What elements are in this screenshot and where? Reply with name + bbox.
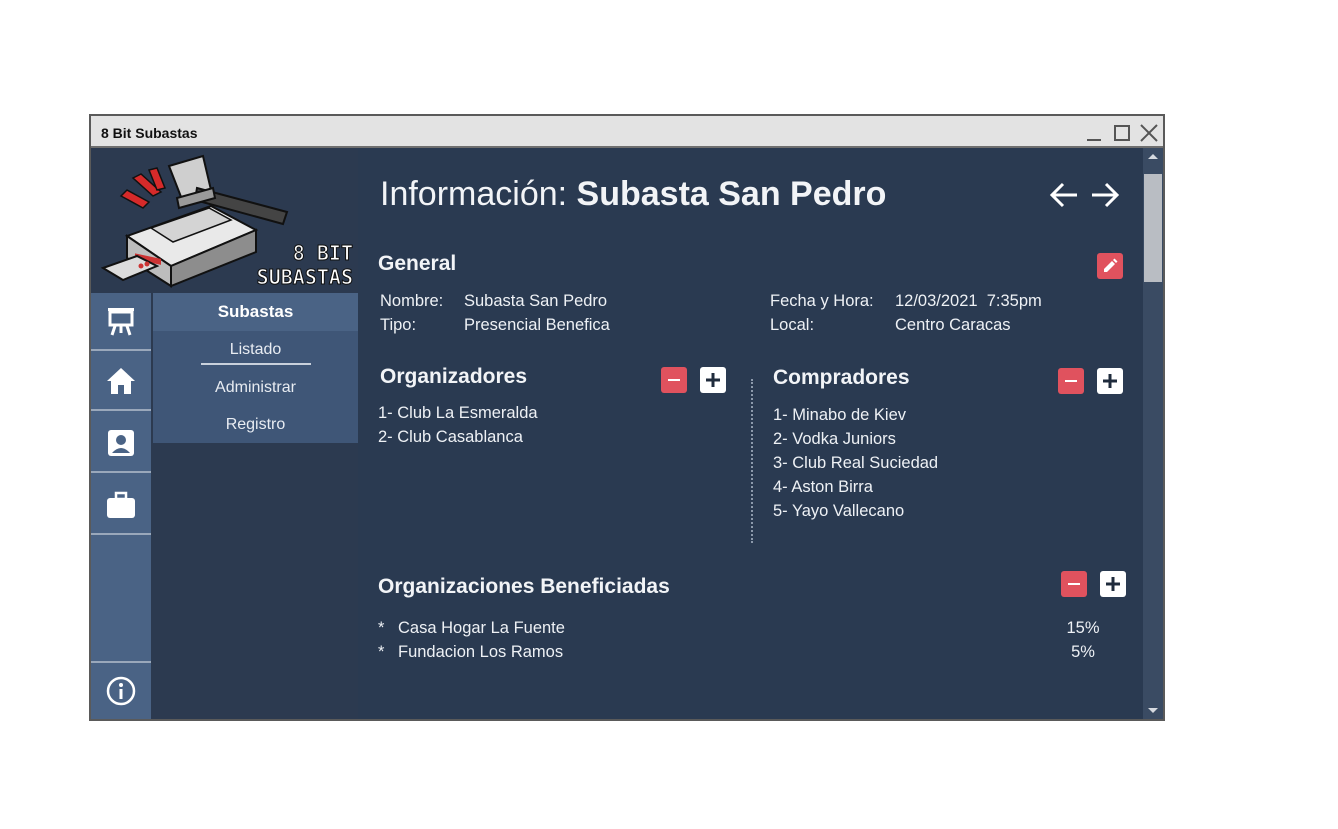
close-icon[interactable] (1138, 122, 1160, 144)
icon-rail (91, 293, 151, 719)
tipo-label: Tipo: (380, 316, 417, 334)
window-title: 8 Bit Subastas (101, 125, 198, 141)
app-window: 8 Bit Subastas 8 BIT SUBASTAS Subastas L… (89, 114, 1165, 721)
minus-icon (1068, 583, 1080, 585)
forward-arrow-icon[interactable] (1089, 180, 1121, 210)
add-comprador-button[interactable] (1097, 368, 1123, 394)
rail-item-info[interactable] (91, 661, 151, 719)
rail-item-business[interactable] (91, 477, 151, 535)
tipo-value: Presencial Benefica (464, 316, 610, 334)
home-icon (107, 368, 135, 394)
submenu-item-administrar[interactable]: Administrar (153, 379, 358, 397)
app-logo: 8 BIT SUBASTAS (91, 148, 358, 293)
nombre-value: Subasta San Pedro (464, 292, 608, 310)
comprador-item: 4- Aston Birra (773, 478, 873, 496)
window-body: 8 BIT SUBASTAS Subastas Listado Administ… (91, 148, 1163, 719)
comprador-item: 5- Yayo Vallecano (773, 502, 905, 520)
rail-item-contacts[interactable] (91, 415, 151, 473)
console-gavel-illustration: 8 BIT SUBASTAS (100, 154, 354, 290)
submenu-item-registro[interactable]: Registro (153, 416, 358, 434)
scroll-down-icon[interactable] (1147, 707, 1159, 715)
briefcase-icon (107, 491, 135, 518)
page-title-name: Subasta San Pedro (576, 175, 887, 213)
info-icon (106, 676, 136, 706)
scroll-up-icon[interactable] (1147, 152, 1159, 160)
pencil-icon (1104, 258, 1118, 272)
beneficiada-percent: 5% (1071, 643, 1095, 661)
minimize-icon[interactable] (1083, 122, 1105, 144)
comprador-item: 1- Minabo de Kiev (773, 406, 906, 424)
logo-line1: 8 BIT (293, 241, 353, 265)
beneficiada-name: Fundacion Los Ramos (398, 643, 564, 661)
rail-item-auctions[interactable] (91, 293, 151, 351)
organizadores-heading: Organizadores (380, 365, 528, 388)
title-bar: 8 Bit Subastas (91, 116, 1163, 148)
general-heading: General (378, 252, 457, 275)
fecha-value: 12/03/2021 7:35pm (895, 292, 1042, 310)
local-label: Local: (770, 316, 815, 334)
bullet: * (378, 643, 385, 661)
local-value: Centro Caracas (895, 316, 1011, 334)
edit-button[interactable] (1097, 253, 1123, 279)
remove-beneficiada-button[interactable] (1061, 571, 1087, 597)
bullet: * (378, 619, 385, 637)
contact-card-icon (108, 430, 134, 456)
minus-icon (668, 379, 680, 381)
remove-organizador-button[interactable] (661, 367, 687, 393)
minus-icon (1065, 380, 1077, 382)
fecha-label: Fecha y Hora: (770, 292, 874, 310)
nombre-label: Nombre: (380, 292, 444, 310)
beneficiada-name: Casa Hogar La Fuente (398, 619, 565, 637)
submenu-panel: Subastas Listado Administrar Registro (153, 293, 358, 443)
plus-icon (1106, 577, 1120, 591)
back-arrow-icon[interactable] (1048, 180, 1080, 210)
submenu-title: Subastas (153, 293, 358, 331)
scrollbar-thumb[interactable] (1144, 174, 1162, 282)
organizador-item: 2- Club Casablanca (378, 428, 523, 446)
page-title-prefix: Información: (380, 175, 568, 213)
vertical-scrollbar[interactable] (1143, 148, 1163, 719)
page-title: Información: Subasta San Pedro (380, 175, 886, 214)
plus-icon (706, 373, 720, 387)
rail-item-home[interactable] (91, 353, 151, 411)
organizador-item: 1- Club La Esmeralda (378, 404, 538, 422)
maximize-icon[interactable] (1111, 122, 1133, 144)
compradores-heading: Compradores (773, 366, 910, 389)
remove-comprador-button[interactable] (1058, 368, 1084, 394)
main-content: Información: Subasta San Pedro General N… (358, 148, 1143, 719)
active-underline (201, 363, 311, 365)
submenu-item-listado[interactable]: Listado (153, 341, 358, 359)
plus-icon (1103, 374, 1117, 388)
add-beneficiada-button[interactable] (1100, 571, 1126, 597)
presentation-icon (108, 308, 134, 336)
comprador-item: 3- Club Real Suciedad (773, 454, 939, 472)
beneficiada-percent: 15% (1066, 619, 1100, 637)
add-organizador-button[interactable] (700, 367, 726, 393)
comprador-item: 2- Vodka Juniors (773, 430, 896, 448)
beneficiadas-heading: Organizaciones Beneficiadas (378, 575, 670, 598)
logo-line2: SUBASTAS (257, 265, 353, 289)
column-divider (751, 379, 753, 543)
